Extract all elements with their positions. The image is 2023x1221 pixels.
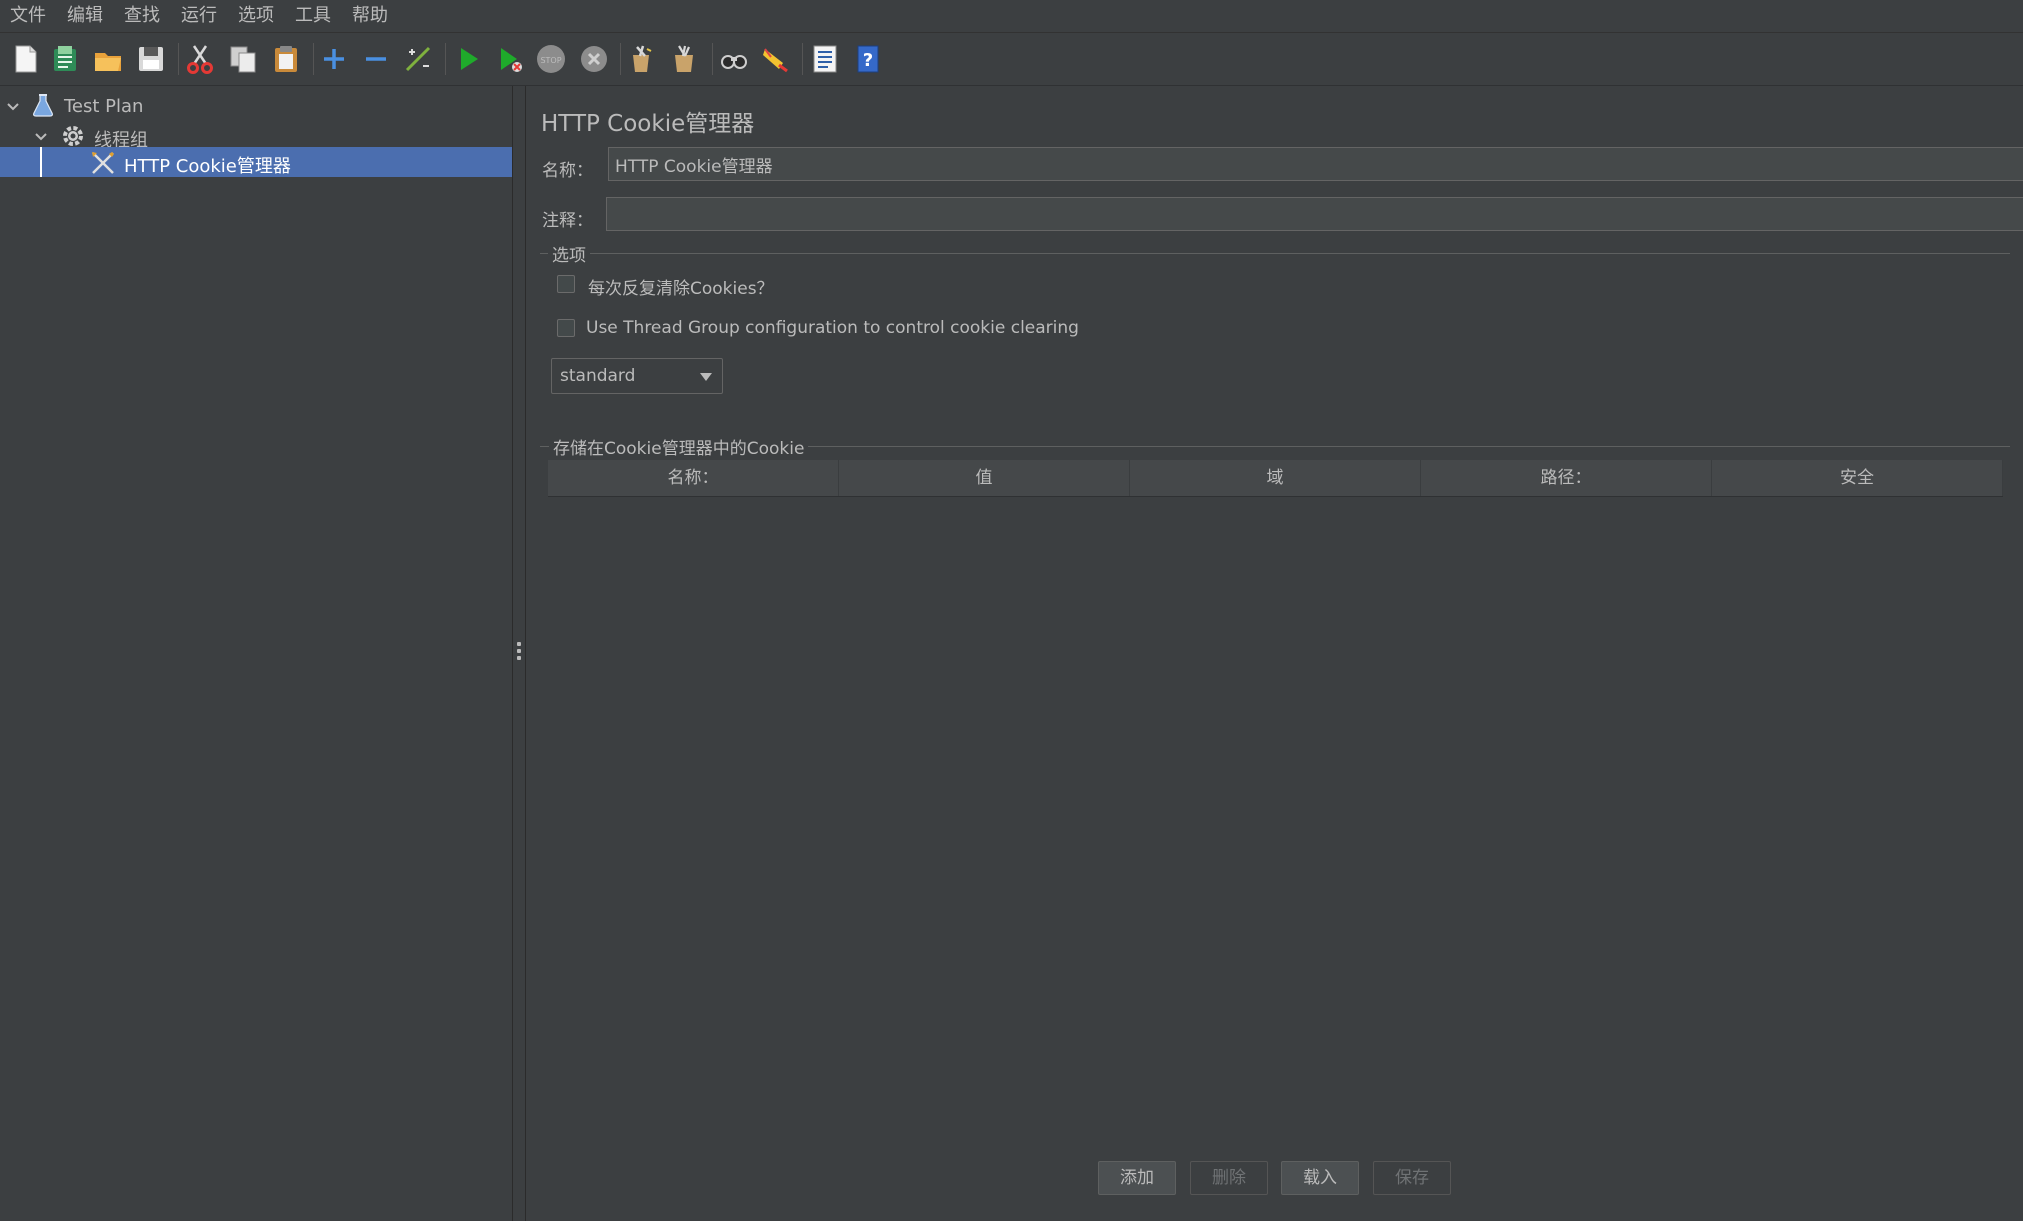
options-divider: [540, 253, 2010, 254]
clear-each-iteration-checkbox[interactable]: [557, 275, 575, 293]
cut-icon[interactable]: [183, 42, 217, 76]
svg-text:?: ?: [863, 50, 873, 71]
clear-icon[interactable]: [624, 42, 658, 76]
menu-file[interactable]: 文件: [0, 0, 57, 32]
add-button[interactable]: 添加: [1098, 1161, 1176, 1195]
comment-field[interactable]: [606, 197, 2023, 231]
load-button[interactable]: 载入: [1281, 1161, 1359, 1195]
reset-search-icon[interactable]: [758, 42, 792, 76]
start-icon[interactable]: [451, 42, 485, 76]
flask-icon: [32, 93, 54, 122]
splitter-grip-icon[interactable]: [517, 642, 521, 662]
chevron-down-icon[interactable]: [6, 98, 20, 119]
new-icon[interactable]: [9, 42, 43, 76]
toggle-icon[interactable]: [401, 42, 435, 76]
menu-edit[interactable]: 编辑: [57, 0, 114, 32]
name-field[interactable]: [608, 147, 2023, 181]
column-header-value[interactable]: 值: [839, 460, 1130, 496]
cookie-table-header: 名称： 值 域 路径： 安全: [548, 460, 2003, 497]
stored-cookies-title: 存储在Cookie管理器中的Cookie: [549, 434, 809, 459]
menu-run[interactable]: 运行: [171, 0, 228, 32]
svg-text:STOP: STOP: [540, 56, 561, 65]
column-header-path[interactable]: 路径：: [1421, 460, 1712, 496]
copy-icon[interactable]: [226, 42, 260, 76]
menu-tools[interactable]: 工具: [285, 0, 342, 32]
stop-icon[interactable]: STOP: [534, 42, 568, 76]
menu-search[interactable]: 查找: [114, 0, 171, 32]
save-icon[interactable]: [134, 42, 168, 76]
cookie-manager-panel: HTTP Cookie管理器 名称： 注释： 选项 每次反复清除Cookies？…: [526, 86, 2023, 1221]
open-icon[interactable]: [91, 42, 125, 76]
comment-label: 注释：: [542, 211, 593, 231]
expand-icon[interactable]: [317, 42, 351, 76]
page-title: HTTP Cookie管理器: [541, 111, 755, 137]
column-header-domain[interactable]: 域: [1130, 460, 1421, 496]
collapse-icon[interactable]: [359, 42, 393, 76]
menu-options[interactable]: 选项: [228, 0, 285, 32]
templates-icon[interactable]: [48, 42, 82, 76]
tree-item-label: Test Plan: [64, 96, 144, 117]
cookie-policy-value: standard: [560, 366, 636, 386]
shutdown-icon[interactable]: [577, 42, 611, 76]
save-button[interactable]: 保存: [1373, 1161, 1451, 1195]
chevron-down-icon[interactable]: [34, 128, 48, 149]
menu-help[interactable]: 帮助: [342, 0, 399, 32]
toolbar: STOP ?: [0, 33, 2023, 86]
paste-icon[interactable]: [269, 42, 303, 76]
test-plan-tree: Test Plan 线程组 HTTP Cookie管理器: [0, 86, 513, 1221]
cookie-policy-select[interactable]: standard: [551, 358, 723, 394]
tree-item-http-cookie-manager[interactable]: HTTP Cookie管理器: [0, 147, 512, 177]
chevron-down-icon: [700, 373, 712, 381]
start-no-pause-icon[interactable]: [493, 42, 527, 76]
options-group-title: 选项: [548, 241, 590, 266]
help-icon[interactable]: ?: [851, 42, 885, 76]
tree-item-label: HTTP Cookie管理器: [124, 156, 291, 177]
use-thread-group-checkbox[interactable]: [557, 319, 575, 337]
column-header-secure[interactable]: 安全: [1712, 460, 2003, 496]
clear-all-icon[interactable]: [667, 42, 701, 76]
use-thread-group-label: Use Thread Group configuration to contro…: [586, 318, 1079, 338]
tools-icon: [90, 150, 116, 181]
function-helper-icon[interactable]: [808, 42, 842, 76]
name-label: 名称：: [542, 161, 593, 181]
panel-splitter[interactable]: [513, 86, 526, 1221]
delete-button[interactable]: 删除: [1190, 1161, 1268, 1195]
tree-item-test-plan[interactable]: Test Plan: [0, 91, 512, 121]
clear-each-iteration-label: 每次反复清除Cookies？: [588, 279, 774, 299]
menu-bar: 文件 编辑 查找 运行 选项 工具 帮助: [0, 0, 2023, 33]
search-icon[interactable]: [717, 42, 751, 76]
column-header-name[interactable]: 名称：: [548, 460, 839, 496]
tree-guide-line: [40, 147, 42, 177]
